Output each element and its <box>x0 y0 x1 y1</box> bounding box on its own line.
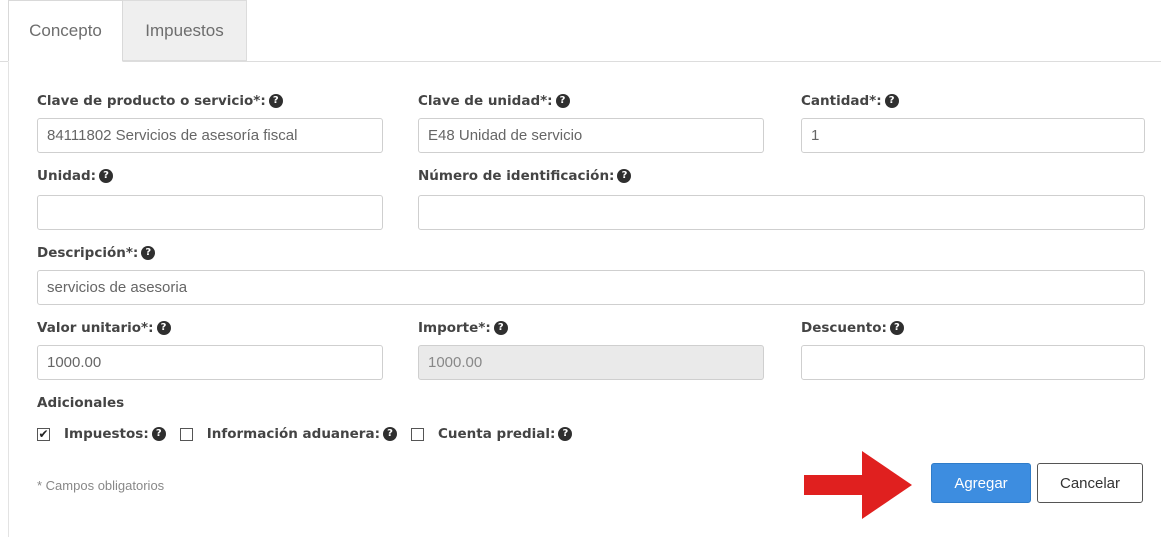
tab-concepto[interactable]: Concepto <box>8 0 123 62</box>
informacion-aduanera-option: Información aduanera: ? <box>207 426 397 442</box>
descuento-input[interactable] <box>801 345 1145 380</box>
clave-unidad-label: Clave de unidad*: ? <box>418 90 570 112</box>
clave-producto-value: 84111802 Servicios de asesoría fiscal <box>47 127 298 144</box>
question-circle-icon[interactable]: ? <box>156 321 171 335</box>
impuestos-option-label: Impuestos: <box>64 426 149 442</box>
impuestos-option: Impuestos: ? <box>64 426 166 442</box>
question-circle-icon[interactable]: ? <box>268 94 283 108</box>
question-circle-icon[interactable]: ? <box>617 169 632 183</box>
cuenta-predial-option-label: Cuenta predial: <box>437 426 556 442</box>
cuenta-predial-option: Cuenta predial: ? <box>437 426 573 442</box>
valor-unitario-label: Valor unitario*: ? <box>37 317 171 339</box>
question-circle-icon[interactable]: ? <box>884 94 899 108</box>
informacion-aduanera-checkbox[interactable] <box>179 427 193 441</box>
question-circle-icon[interactable]: ? <box>889 321 904 335</box>
red-arrow-right-icon <box>804 451 912 519</box>
cantidad-label: Cantidad*: ? <box>801 90 899 112</box>
unidad-label-text: Unidad: <box>37 168 97 184</box>
descuento-label-text: Descuento: <box>801 320 887 336</box>
importe-label: Importe*: ? <box>418 317 508 339</box>
adicionales-options: ✔ Impuestos: ? Información aduanera: ? C… <box>37 424 586 444</box>
question-circle-icon[interactable]: ? <box>99 169 114 183</box>
agregar-button[interactable]: Agregar <box>931 463 1031 503</box>
cantidad-value: 1 <box>811 127 820 144</box>
clave-unidad-value: E48 Unidad de servicio <box>428 127 583 144</box>
descripcion-label-text: Descripción*: <box>37 245 139 261</box>
unidad-input[interactable] <box>37 195 383 230</box>
importe-value: 1000.00 <box>428 354 483 371</box>
descripcion-input[interactable]: servicios de asesoria <box>37 270 1145 305</box>
descuento-label: Descuento: ? <box>801 317 904 339</box>
adicionales-heading: Adicionales <box>37 392 124 414</box>
numero-identificacion-label: Número de identificación: ? <box>418 165 632 187</box>
cuenta-predial-checkbox[interactable] <box>410 427 424 441</box>
question-circle-icon[interactable]: ? <box>382 427 397 441</box>
importe-label-text: Importe*: <box>418 320 491 336</box>
tab-bar: Concepto Impuestos <box>0 0 1161 62</box>
numero-identificacion-input[interactable] <box>418 195 1145 230</box>
cantidad-label-text: Cantidad*: <box>801 93 882 109</box>
cantidad-input[interactable]: 1 <box>801 118 1145 153</box>
clave-producto-label-text: Clave de producto o servicio*: <box>37 93 266 109</box>
cancelar-button[interactable]: Cancelar <box>1037 463 1143 503</box>
unidad-label: Unidad: ? <box>37 165 114 187</box>
question-circle-icon[interactable]: ? <box>141 246 156 260</box>
question-circle-icon[interactable]: ? <box>151 427 166 441</box>
required-fields-note: * Campos obligatorios <box>37 478 165 493</box>
valor-unitario-input[interactable]: 1000.00 <box>37 345 383 380</box>
tab-impuestos[interactable]: Impuestos <box>123 0 247 61</box>
clave-unidad-label-text: Clave de unidad*: <box>418 93 553 109</box>
clave-producto-input[interactable]: 84111802 Servicios de asesoría fiscal <box>37 118 383 153</box>
descripcion-label: Descripción*: ? <box>37 242 156 264</box>
descripcion-value: servicios de asesoria <box>47 279 188 296</box>
adicionales-heading-text: Adicionales <box>37 395 125 411</box>
valor-unitario-label-text: Valor unitario*: <box>37 320 154 336</box>
numero-identificacion-label-text: Número de identificación: <box>418 168 615 184</box>
impuestos-checkbox[interactable]: ✔ <box>37 427 50 441</box>
clave-producto-label: Clave de producto o servicio*: ? <box>37 90 283 112</box>
importe-input: 1000.00 <box>418 345 764 380</box>
tab-divider <box>0 61 1161 62</box>
question-circle-icon[interactable]: ? <box>558 427 573 441</box>
panel-border <box>8 62 9 537</box>
question-circle-icon[interactable]: ? <box>555 94 570 108</box>
clave-unidad-input[interactable]: E48 Unidad de servicio <box>418 118 764 153</box>
informacion-aduanera-option-label: Información aduanera: <box>206 426 380 442</box>
valor-unitario-value: 1000.00 <box>47 354 102 371</box>
question-circle-icon[interactable]: ? <box>493 321 508 335</box>
